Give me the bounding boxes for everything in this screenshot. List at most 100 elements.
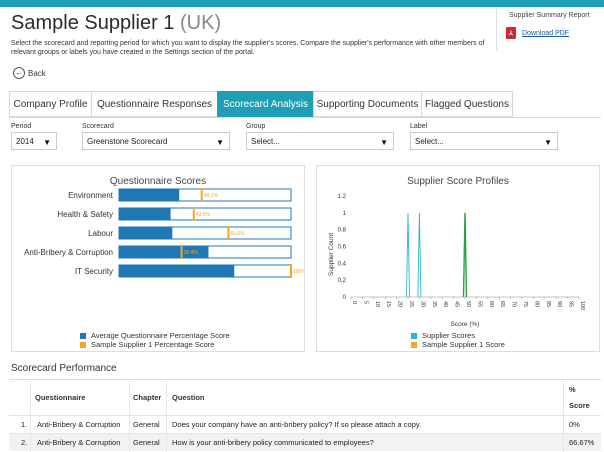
x-axis-title: Score (%) [451,321,480,328]
row-chapter: General [133,420,160,429]
x-tick-label: 10 [374,301,380,307]
x-tick-label: 90 [556,301,562,307]
supplier-score-profiles-panel: Supplier Score Profiles 0 0.2 0.4 0.6 0.8 1 1.… [316,165,600,352]
y-tick-label: 1.2 [338,194,347,200]
table-divider [30,379,31,452]
data-label: 48.1% [204,193,219,199]
col-score[interactable]: Score [569,396,590,414]
table-row: 2. Anti-Bribery & Corruption General How… [9,433,601,451]
tab-divider [9,117,601,118]
row-questionnaire: Anti-Bribery & Corruption [37,420,121,429]
x-tick-label: 75 [522,301,528,307]
scorecard-select[interactable]: Greenstone Scorecard ▼ [82,132,230,150]
tab-flagged-questions[interactable]: Flagged Questions [421,91,513,117]
summary-report-title: Supplier Summary Report [509,12,590,19]
category-label: Labour [88,229,113,238]
data-label: 100% [293,269,304,275]
col-questionnaire[interactable]: Questionnaire [35,380,85,415]
y-tick-label: 1 [343,211,347,217]
average-bar [119,189,180,201]
average-bar [119,265,235,277]
x-tick-label: 70 [511,301,517,307]
page-title: Sample Supplier 1 (UK) [11,12,221,35]
period-select[interactable]: 2014 ▼ [11,132,57,150]
x-tick-label: 100 [579,301,585,310]
supplier-name: Sample Supplier 1 [11,12,175,34]
top-accent-bar [0,0,604,7]
scorecard-label: Scorecard [82,123,114,130]
tab-supporting-documents[interactable]: Supporting Documents [313,91,421,117]
tab-questionnaire-responses[interactable]: Questionnaire Responses [91,91,217,117]
y-tick-label: 0 [343,295,347,301]
row-question: How is your anti-bribery policy communic… [172,438,374,447]
supplier-marker [200,188,203,202]
row-score: 0% [569,420,580,429]
x-tick-label: 50 [465,301,471,307]
x-tick-label: 45 [454,301,460,307]
questionnaire-scores-chart: Environment 48.1% Health & Safety 43.5% Labo… [24,188,304,278]
average-bar [119,208,171,220]
x-tick-label: 15 [385,301,391,307]
group-select[interactable]: Select... ▼ [246,132,394,150]
scorecard-value: Greenstone Scorecard [87,136,168,146]
table-header: Questionnaire Chapter Question % Score [9,379,601,415]
col-question[interactable]: Question [172,380,205,415]
period-label: Period [11,123,32,130]
x-tick-label: 80 [533,301,539,307]
back-label: Back [28,68,46,78]
supplier1-score-spike [462,212,468,298]
average-bar [119,227,173,239]
supplier-score-profiles-chart: 0 0.2 0.4 0.6 0.8 1 1.2 0 5 10 15 20 25 30 35 40 45 50 55 6… [328,194,585,328]
category-label: IT Security [75,267,113,276]
group-value: Select... [251,136,280,146]
supplier-scores-spike [417,212,422,298]
category-label: Health & Safety [57,210,113,219]
legend-supplier1-score: Sample Supplier 1 Score [411,340,505,349]
back-button[interactable]: ← Back [13,67,46,79]
supplier-scores-spike [406,212,410,298]
x-tick-label: 95 [568,301,574,307]
chevron-down-icon: ▼ [380,138,388,147]
legend-supplier-scores-label: Supplier Scores [422,331,475,340]
table-divider [166,379,167,452]
pdf-icon: ⅄ [506,27,516,39]
tab-scorecard-analysis[interactable]: Scorecard Analysis [217,91,313,117]
table-divider [129,379,130,452]
download-pdf-link[interactable]: ⅄ Download PDF [506,27,569,39]
row-number: 1. [21,420,28,429]
label-select[interactable]: Select... ▼ [410,132,558,150]
legend-supplier-swatch [80,341,86,348]
x-tick-label: 55 [476,301,482,307]
x-tick-label: 20 [397,301,403,307]
supplier-country: (UK) [180,12,222,34]
y-tick-label: 0.4 [338,261,347,267]
x-tick-label: 40 [442,301,448,307]
label-label: Label [410,123,428,130]
category-label: Anti-Bribery & Corruption [24,248,113,257]
tab-bar: Company Profile Questionnaire Responses … [9,91,513,117]
col-chapter[interactable]: Chapter [133,380,161,415]
legend-supplier-scores-swatch [411,332,417,339]
questionnaire-scores-panel: Questionnaire Scores Environment 48.1% Hea… [11,165,305,352]
legend-average-label: Average Questionnaire Percentage Score [91,331,230,340]
row-question: Does your company have an anti-bribery p… [172,420,422,429]
period-value: 2014 [16,136,34,146]
summary-report-box: Supplier Summary Report ⅄ Download PDF [496,9,598,51]
x-tick-label: 60 [488,301,494,307]
legend-supplier-label: Sample Supplier 1 Percentage Score [91,340,215,349]
legend-supplier-scores: Supplier Scores [411,331,475,340]
tab-company-profile[interactable]: Company Profile [9,91,91,117]
data-label: 63.6% [230,231,245,237]
row-number: 2. [21,438,28,447]
x-tick-label: 35 [431,301,437,307]
data-label: 43.5% [196,212,211,218]
x-tick-label: 0 [351,301,357,304]
download-pdf-label: Download PDF [522,29,570,37]
legend-supplier1-score-label: Sample Supplier 1 Score [422,340,505,349]
row-chapter: General [133,438,160,447]
back-arrow-icon: ← [13,67,25,79]
table-divider [563,379,564,452]
x-tick-label: 85 [545,301,551,307]
y-tick-label: 0.2 [338,278,347,284]
supplier-marker [180,245,183,259]
